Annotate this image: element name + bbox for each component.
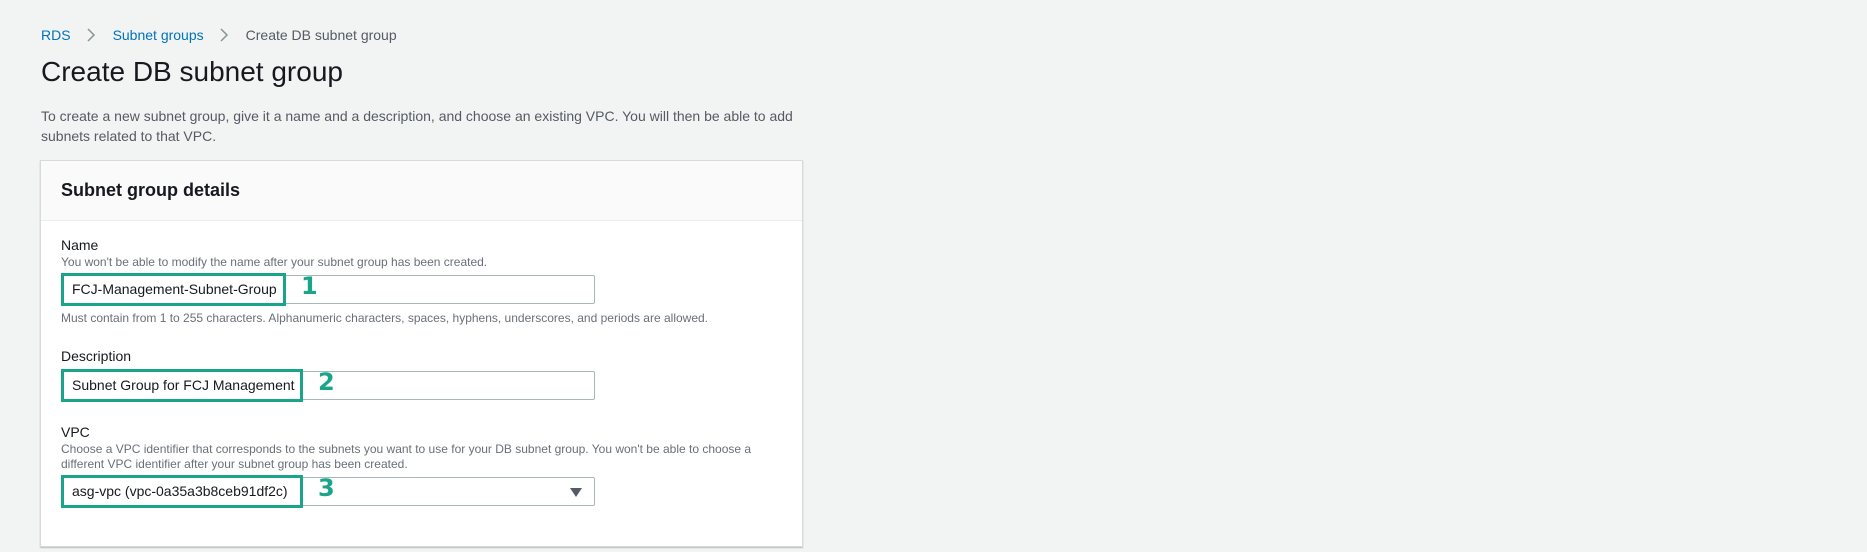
description-highlight-box [61, 369, 303, 402]
breadcrumb-current: Create DB subnet group [245, 27, 397, 43]
step-marker-1: 1 [301, 272, 318, 300]
caret-down-icon [570, 488, 582, 497]
panel-title: Subnet group details [61, 180, 241, 200]
vpc-highlight-box [61, 475, 303, 508]
chevron-right-icon [81, 28, 103, 42]
breadcrumb-subnet-groups-link[interactable]: Subnet groups [113, 27, 204, 43]
name-constraint: Must contain from 1 to 255 characters. A… [61, 311, 709, 325]
name-label: Name [61, 237, 99, 253]
panel-header: Subnet group details [41, 161, 802, 221]
description-label: Description [61, 348, 132, 364]
step-marker-2: 2 [318, 368, 335, 396]
name-highlight-box [61, 273, 286, 306]
page-title: Create DB subnet group [41, 56, 343, 87]
breadcrumb: RDS Subnet groups Create DB subnet group [41, 27, 397, 43]
vpc-label: VPC [61, 424, 90, 440]
subnet-group-details-panel: Subnet group details Name You won't be a… [40, 160, 803, 547]
name-description: You won't be able to modify the name aft… [61, 255, 488, 269]
breadcrumb-rds-link[interactable]: RDS [41, 27, 71, 43]
vpc-description: Choose a VPC identifier that corresponds… [61, 442, 752, 471]
step-marker-3: 3 [318, 474, 335, 502]
page-intro: To create a new subnet group, give it a … [41, 108, 793, 144]
chevron-right-icon [214, 28, 236, 42]
